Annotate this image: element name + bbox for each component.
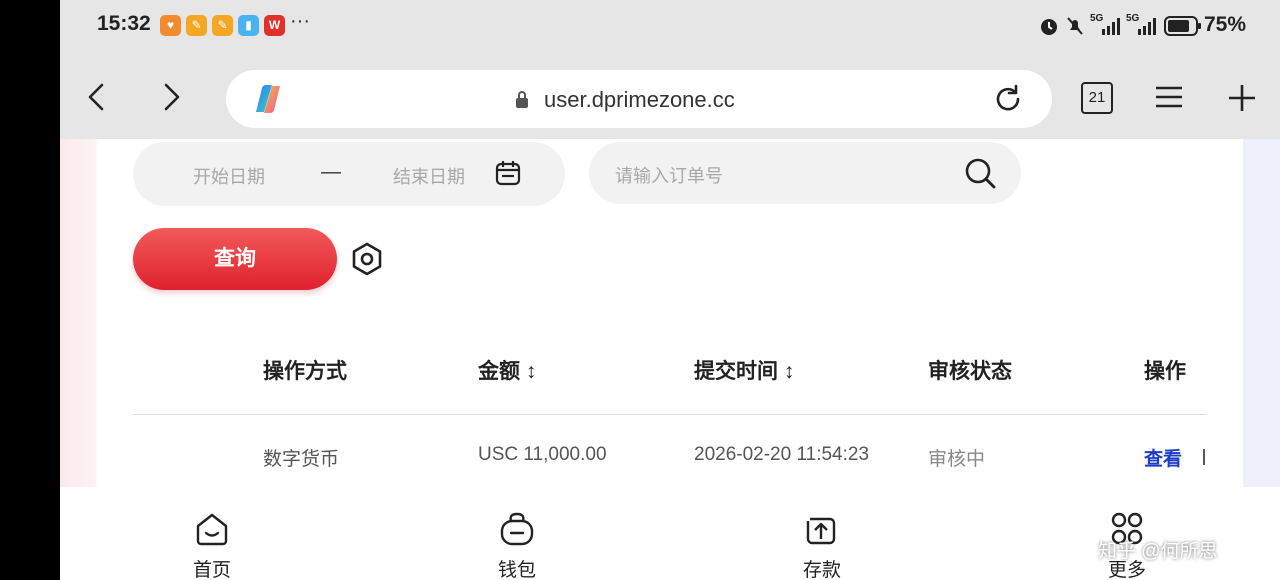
mute-icon xyxy=(1067,17,1083,35)
nav-home[interactable]: 首页 xyxy=(172,487,252,580)
alarm-icon xyxy=(1041,19,1057,35)
column-header-method: 操作方式 xyxy=(263,360,347,383)
row-amount: USC 11,000.00 xyxy=(478,444,607,465)
cut-off-link-edge xyxy=(1203,449,1205,465)
signal-icon-1 xyxy=(1102,18,1120,35)
status-bar: 15:32 ♥ ✎ ✎ ▮ W ··· 5G 5G 75% xyxy=(60,0,1280,54)
search-icon[interactable] xyxy=(963,156,997,190)
home-icon xyxy=(196,513,228,546)
signal-icon-2 xyxy=(1138,18,1156,35)
table-header-divider xyxy=(133,414,1207,415)
calendar-icon[interactable] xyxy=(494,159,522,187)
end-date-field[interactable]: 结束日期 xyxy=(393,163,465,189)
nav-wallet-label: 钱包 xyxy=(497,560,536,580)
status-time: 15:32 xyxy=(97,12,151,35)
order-number-input[interactable]: 请输入订单号 xyxy=(615,162,723,188)
nav-deposit[interactable]: 存款 xyxy=(782,487,862,580)
battery-percent: 75% xyxy=(1204,13,1247,36)
menu-icon[interactable] xyxy=(1154,84,1184,110)
date-separator: — xyxy=(321,161,341,183)
phone-screen: 15:32 ♥ ✎ ✎ ▮ W ··· 5G 5G 75% user.dprim… xyxy=(60,0,1280,580)
forward-icon[interactable] xyxy=(156,79,186,115)
nav-more[interactable]: 更多 xyxy=(1087,487,1167,580)
column-header-time[interactable]: 提交时间 ↕ xyxy=(694,355,794,385)
address-bar[interactable]: user.dprimezone.cc xyxy=(226,70,1052,128)
app-icon-1: ♥ xyxy=(160,15,181,36)
battery-icon xyxy=(1164,16,1201,36)
tabs-count-button[interactable]: 21 xyxy=(1081,82,1113,114)
app-icon-4: ▮ xyxy=(238,15,259,36)
row-method: 数字货币 xyxy=(263,449,340,470)
column-header-action: 操作 xyxy=(1144,360,1186,383)
page-right-margin xyxy=(1243,139,1280,487)
app-icon-3: ✎ xyxy=(212,15,233,36)
date-range-picker[interactable]: 开始日期 — 结束日期 xyxy=(133,142,565,206)
more-notifications-icon: ··· xyxy=(290,10,310,32)
back-icon[interactable] xyxy=(82,79,112,115)
deposit-icon xyxy=(806,517,836,545)
query-button[interactable]: 查询 xyxy=(133,228,337,290)
nav-deposit-label: 存款 xyxy=(802,560,841,580)
view-link[interactable]: 查看 xyxy=(1144,444,1182,471)
start-date-field[interactable]: 开始日期 xyxy=(193,163,265,189)
row-time: 2026-02-20 11:54:23 xyxy=(694,444,870,465)
app-icon-2: ✎ xyxy=(186,15,207,36)
row-status: 审核中 xyxy=(928,449,986,470)
nav-home-label: 首页 xyxy=(192,560,231,580)
reload-icon[interactable] xyxy=(992,83,1024,115)
new-tab-icon[interactable] xyxy=(1226,82,1258,114)
wps-icon: W xyxy=(264,15,285,36)
order-number-search[interactable]: 请输入订单号 xyxy=(589,142,1021,204)
url-text[interactable]: user.dprimezone.cc xyxy=(544,87,735,113)
browser-toolbar: user.dprimezone.cc 21 xyxy=(60,54,1280,139)
records-card: 开始日期 — 结束日期 请输入订单号 查询 操作方式 金额 ↕ 提交时间 ↕ 审… xyxy=(97,139,1243,487)
web-page: 开始日期 — 结束日期 请输入订单号 查询 操作方式 金额 ↕ 提交时间 ↕ 审… xyxy=(60,139,1280,487)
nav-wallet[interactable]: 钱包 xyxy=(477,487,557,580)
copilot-icon[interactable] xyxy=(250,82,286,116)
column-header-amount[interactable]: 金额 ↕ xyxy=(478,355,536,385)
wallet-icon xyxy=(500,512,534,546)
bottom-nav: 首页 钱包 存款 更多 xyxy=(60,487,1280,580)
column-header-status: 审核状态 xyxy=(928,360,1012,383)
lock-icon xyxy=(516,91,528,108)
watermark: 知乎 @何所思 xyxy=(1098,541,1218,562)
settings-icon[interactable] xyxy=(350,242,384,276)
